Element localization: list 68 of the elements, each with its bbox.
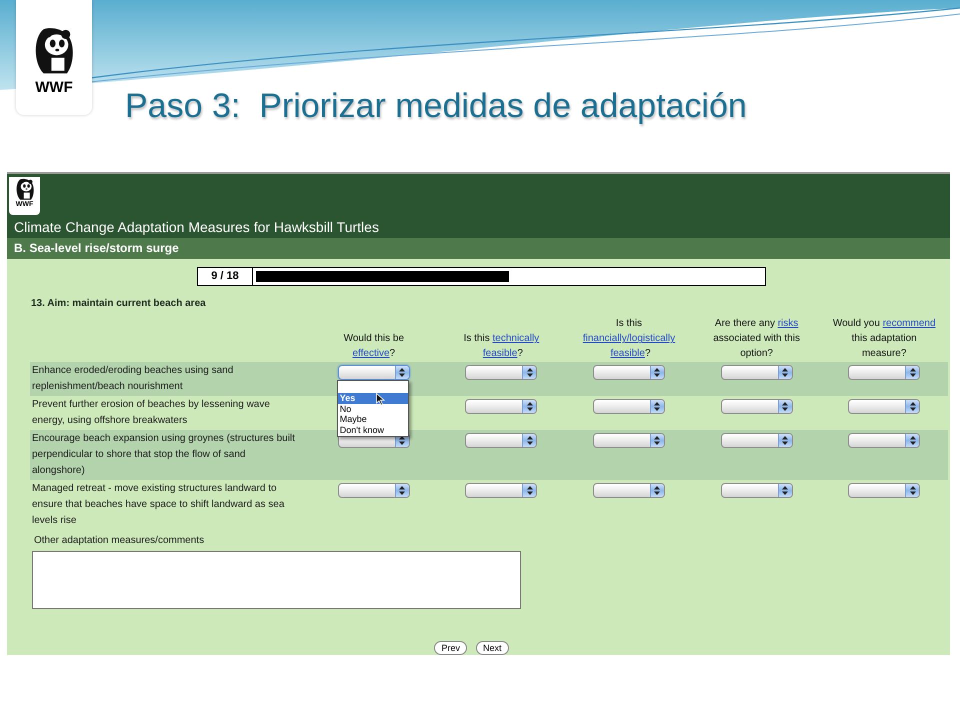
up-down-arrows-icon	[526, 368, 533, 378]
dropdown-select[interactable]	[720, 365, 793, 380]
up-down-arrows-icon	[399, 368, 406, 378]
column-header: Are there any risks associated with this option?	[712, 317, 801, 362]
up-down-arrows-icon	[399, 436, 406, 446]
up-down-arrows-icon	[526, 436, 533, 446]
column-header: Would you recommend this adaptation measure?	[832, 317, 937, 362]
measure-label: Encourage beach expansion using groynes (structures built perpendicular to shore that stop the flow of sand alongshore)	[31, 432, 296, 478]
dropdown-select[interactable]	[465, 433, 538, 448]
up-down-arrows-icon	[782, 436, 788, 446]
page-title: Climate Change Adaptation Measures for Hawksbill Turtles	[13, 218, 380, 237]
dropdown-option[interactable]: No	[338, 404, 408, 414]
dropdown-select[interactable]	[592, 433, 665, 448]
dropdown-select[interactable]	[848, 433, 920, 448]
dropdown-select[interactable]	[338, 365, 410, 380]
comments-field[interactable]	[32, 551, 521, 609]
dropdown-select[interactable]	[848, 365, 920, 380]
column-header: Would this be effective?	[342, 332, 405, 362]
dropdown-option[interactable]: Yes	[338, 393, 408, 404]
column-header: Is this technically feasible?	[462, 332, 540, 364]
help-link[interactable]: feasible	[610, 346, 645, 362]
up-down-arrows-icon	[910, 436, 916, 446]
help-link[interactable]: financially/logistically	[582, 333, 676, 344]
help-link[interactable]: feasible	[482, 346, 518, 362]
question-title: 13. Aim: maintain current beach area	[31, 298, 207, 310]
help-link[interactable]: technically	[492, 333, 540, 344]
dropdown-option[interactable]: Maybe	[338, 414, 408, 425]
nav-button[interactable]: Next	[476, 641, 509, 655]
help-link[interactable]: recommend	[882, 318, 936, 330]
comments-label: Other adaptation measures/comments	[34, 535, 206, 548]
up-down-arrows-icon	[910, 486, 916, 496]
dropdown-select[interactable]	[848, 399, 920, 414]
help-link[interactable]: risks	[778, 318, 798, 330]
column-header: Is this financially/logistically feasible?	[582, 317, 676, 364]
section-title: B. Sea-level rise/storm surge	[14, 240, 179, 258]
dropdown-option[interactable]: Don't know	[338, 424, 408, 436]
dropdown-select[interactable]	[465, 399, 538, 414]
measure-label: Enhance eroded/eroding beaches using sand replenishment/beach nourishment	[31, 364, 234, 394]
nav-button[interactable]: Prev	[434, 641, 467, 655]
up-down-arrows-icon	[910, 402, 916, 412]
mouse-cursor-icon	[376, 393, 385, 406]
dropdown-select[interactable]	[720, 433, 793, 448]
up-down-arrows-icon	[782, 368, 788, 378]
progress-label: 9 / 18	[198, 268, 253, 286]
up-down-arrows-icon	[654, 436, 660, 446]
up-down-arrows-icon	[399, 486, 406, 496]
dropdown-select[interactable]	[592, 399, 665, 414]
up-down-arrows-icon	[526, 486, 533, 496]
measure-label: Prevent further erosion of beaches by lessening wave energy, using offshore breakwaters	[31, 398, 271, 428]
dropdown-select[interactable]	[848, 483, 920, 498]
up-down-arrows-icon	[654, 486, 660, 496]
dropdown-select[interactable]	[338, 483, 410, 498]
help-link[interactable]: effective	[352, 348, 390, 360]
dropdown-select[interactable]	[592, 483, 665, 498]
up-down-arrows-icon	[782, 402, 788, 412]
dropdown-select[interactable]	[465, 483, 538, 498]
measure-label: Managed retreat - move existing structures landward to ensure that beaches have space to shift landward as sea levels rise	[31, 482, 286, 528]
logo-text: WWF	[35, 80, 73, 96]
up-down-arrows-icon	[910, 368, 916, 378]
up-down-arrows-icon	[654, 402, 660, 412]
up-down-arrows-icon	[782, 486, 788, 496]
dropdown-select[interactable]	[465, 365, 538, 380]
dropdown-select[interactable]	[592, 365, 665, 380]
up-down-arrows-icon	[654, 368, 660, 378]
dropdown-select[interactable]	[720, 483, 793, 498]
slide-title: Paso 3: Priorizar medidas de adaptación	[125, 86, 748, 126]
up-down-arrows-icon	[526, 402, 533, 412]
dropdown-select[interactable]	[720, 399, 793, 414]
